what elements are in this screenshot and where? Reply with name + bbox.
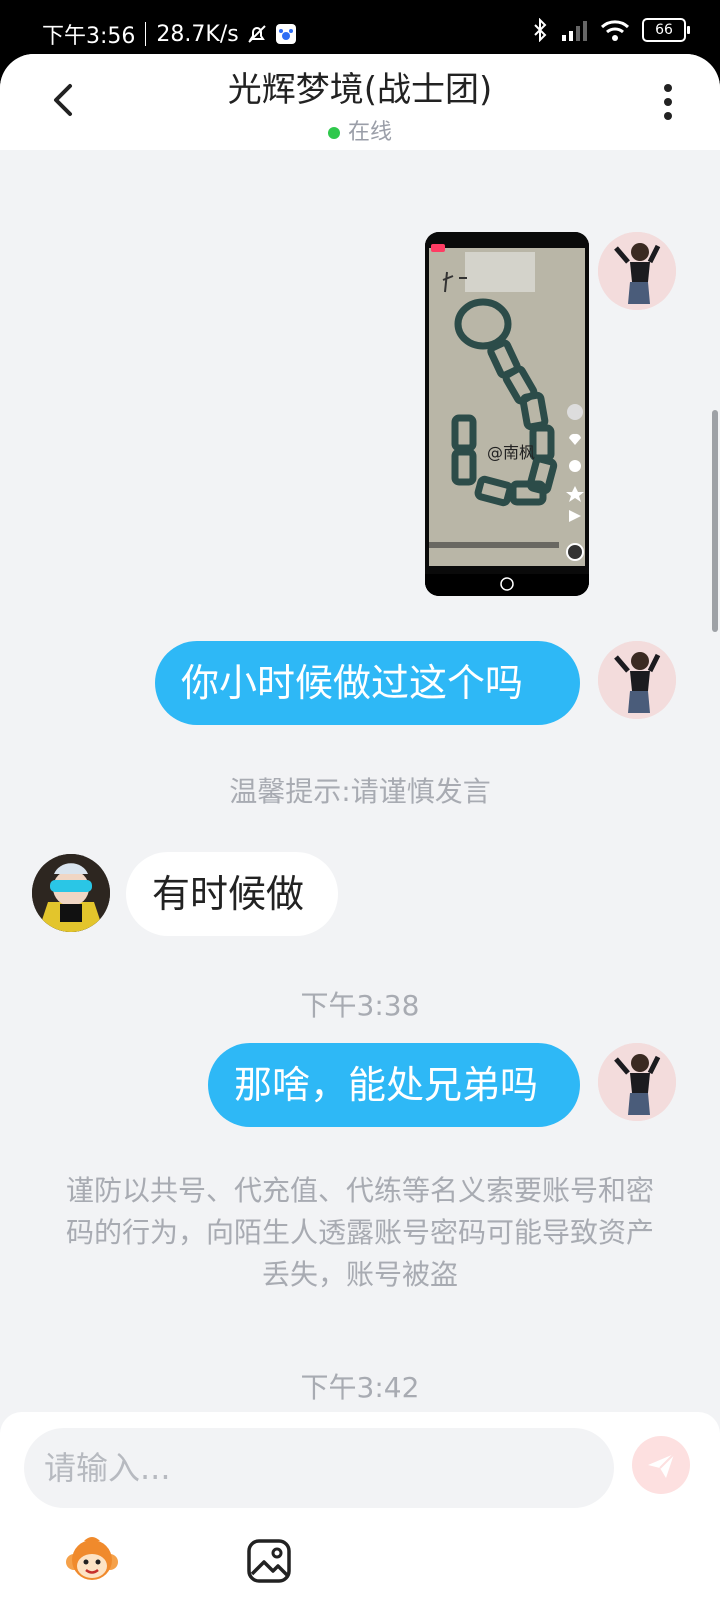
scrollbar[interactable] xyxy=(712,410,718,632)
status-left: 下午3:56 28.7K/s xyxy=(42,18,297,50)
bluetooth-icon xyxy=(534,18,547,42)
chat-title: 光辉梦境(战士团) xyxy=(227,70,493,110)
svg-text:@南枫: @南枫 xyxy=(487,443,535,462)
baidu-app-icon xyxy=(275,24,296,44)
message-composer xyxy=(0,1412,720,1600)
status-bar: 下午3:56 28.7K/s 66 xyxy=(0,0,720,62)
wifi-icon xyxy=(600,20,630,41)
signal-icon xyxy=(562,21,587,41)
online-status-label: 在线 xyxy=(347,120,392,145)
contact-avatar[interactable] xyxy=(32,854,110,932)
chat-screen: 光辉梦境(战士团) 在线 @南枫 你小时候做过这个吗 温馨提示:请谨慎发言 有时… xyxy=(0,54,720,1600)
message-bubble-incoming[interactable]: 有时候做 xyxy=(126,852,338,936)
chat-header: 光辉梦境(战士团) 在线 xyxy=(0,54,720,150)
online-dot xyxy=(327,127,340,139)
message-timestamp: 下午3:42 xyxy=(300,1371,420,1404)
message-input[interactable] xyxy=(24,1428,614,1508)
message-timestamp: 下午3:38 xyxy=(300,989,420,1022)
video-thumbnail: @南枫 xyxy=(425,232,589,596)
battery-icon: 66 xyxy=(642,18,690,42)
video-message[interactable]: @南枫 xyxy=(425,232,589,596)
message-list[interactable]: @南枫 你小时候做过这个吗 温馨提示:请谨慎发言 有时候做 下午3:38 那啥，… xyxy=(0,150,720,1412)
system-tip: 温馨提示:请谨慎发言 xyxy=(229,775,491,808)
safety-notice: 谨防以共号、代充值、代练等名义索要账号和密码的行为，向陌生人透露账号密码可能导致… xyxy=(65,1174,654,1291)
monkey-emoji-icon[interactable] xyxy=(64,1532,120,1584)
message-bubble-outgoing[interactable]: 那啥，能处兄弟吗 xyxy=(208,1043,580,1127)
user-avatar-image xyxy=(598,1043,676,1121)
more-options-icon[interactable] xyxy=(660,82,676,122)
send-button[interactable] xyxy=(632,1436,690,1494)
online-status: 在线 xyxy=(0,114,720,146)
network-speed: 28.7K/s xyxy=(156,21,239,47)
image-picker-icon[interactable] xyxy=(246,1538,292,1584)
my-avatar[interactable] xyxy=(598,232,676,310)
contact-avatar-image xyxy=(32,854,110,932)
user-avatar-image xyxy=(598,232,676,310)
my-avatar[interactable] xyxy=(598,1043,676,1121)
battery-level: 66 xyxy=(655,22,673,38)
send-icon xyxy=(648,1453,675,1478)
status-time: 下午3:56 xyxy=(42,24,136,49)
mute-bell-icon xyxy=(247,25,266,43)
user-avatar-image xyxy=(598,641,676,719)
message-bubble-outgoing[interactable]: 你小时候做过这个吗 xyxy=(155,641,580,725)
my-avatar[interactable] xyxy=(598,641,676,719)
status-divider xyxy=(145,22,147,46)
status-right: 66 xyxy=(532,18,690,42)
